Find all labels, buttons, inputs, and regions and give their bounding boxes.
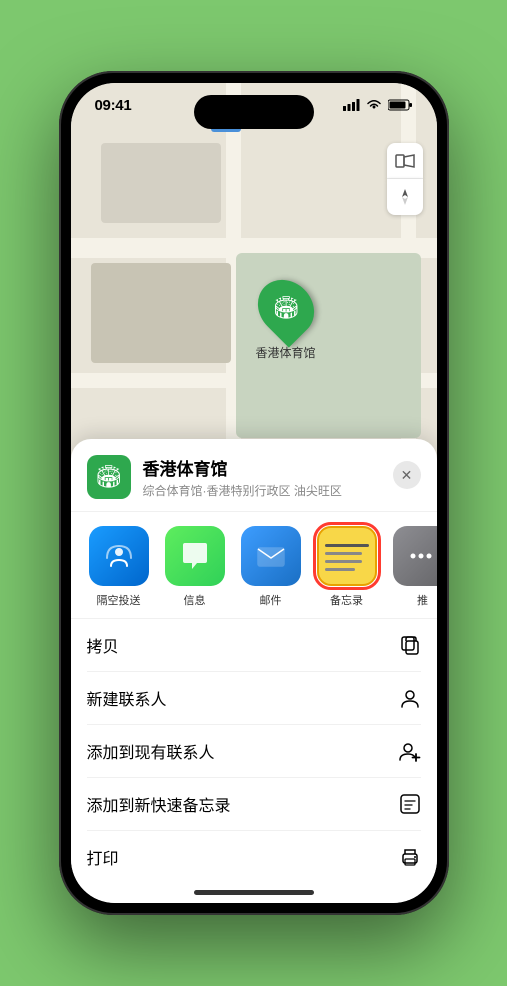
notes-label: 备忘录 <box>330 592 363 608</box>
location-button[interactable] <box>387 179 423 215</box>
close-button[interactable]: ✕ <box>393 461 421 489</box>
pin-label: 香港体育馆 <box>256 344 316 361</box>
share-more[interactable]: 推 <box>391 526 437 608</box>
print-icon <box>399 846 421 868</box>
venue-name: 香港体育馆 <box>143 455 421 480</box>
compass-icon <box>396 188 414 206</box>
home-indicator <box>194 890 314 895</box>
share-mail[interactable]: 邮件 <box>239 526 303 608</box>
map-pin: 🏟 香港体育馆 <box>256 278 316 361</box>
map-block <box>91 263 231 363</box>
action-list: 拷贝 新建联系人 添加到现有联系人 <box>71 619 437 883</box>
action-add-notes-label: 添加到新快速备忘录 <box>87 792 231 816</box>
notes-icon <box>317 526 377 586</box>
action-add-notes[interactable]: 添加到新快速备忘录 <box>87 778 421 831</box>
status-icons <box>343 99 413 111</box>
add-contact-icon <box>399 740 421 762</box>
share-airdrop[interactable]: 隔空投送 <box>87 526 151 608</box>
share-notes[interactable]: 备忘录 <box>315 526 379 608</box>
action-add-existing-label: 添加到现有联系人 <box>87 739 215 763</box>
messages-icon <box>165 526 225 586</box>
map-view-button[interactable] <box>387 143 423 179</box>
notes-lines <box>319 536 375 577</box>
wifi-icon <box>366 99 382 111</box>
mail-label: 邮件 <box>260 592 282 608</box>
more-svg <box>407 540 437 572</box>
mail-svg <box>254 539 288 573</box>
action-copy[interactable]: 拷贝 <box>87 619 421 672</box>
messages-svg <box>178 539 212 573</box>
venue-header: 🏟 香港体育馆 综合体育馆·香港特别行政区 油尖旺区 ✕ <box>71 439 437 512</box>
venue-info: 香港体育馆 综合体育馆·香港特别行政区 油尖旺区 <box>143 455 421 499</box>
venue-subtitle: 综合体育馆·香港特别行政区 油尖旺区 <box>143 482 421 499</box>
phone-screen: 09:41 <box>71 83 437 903</box>
more-label: 推 <box>417 592 428 608</box>
status-time: 09:41 <box>95 97 132 114</box>
phone-frame: 09:41 <box>59 71 449 915</box>
mail-icon <box>241 526 301 586</box>
action-add-existing[interactable]: 添加到现有联系人 <box>87 725 421 778</box>
action-new-contact-label: 新建联系人 <box>87 686 167 710</box>
action-print[interactable]: 打印 <box>87 831 421 883</box>
dynamic-island <box>194 95 314 129</box>
quick-notes-icon <box>399 793 421 815</box>
more-icon <box>393 526 437 586</box>
notes-line <box>325 552 362 555</box>
map-controls <box>387 143 423 215</box>
venue-icon: 🏟 <box>87 455 131 499</box>
action-print-label: 打印 <box>87 845 119 869</box>
copy-icon <box>399 634 421 656</box>
new-contact-icon <box>399 687 421 709</box>
airdrop-icon <box>89 526 149 586</box>
airdrop-svg <box>103 540 135 572</box>
share-row: 隔空投送 信息 <box>71 512 437 619</box>
bottom-sheet: 🏟 香港体育馆 综合体育馆·香港特别行政区 油尖旺区 ✕ <box>71 439 437 903</box>
share-messages[interactable]: 信息 <box>163 526 227 608</box>
signal-icon <box>343 99 360 111</box>
pin-icon: 🏟 <box>246 268 325 347</box>
notes-line <box>325 560 362 563</box>
messages-label: 信息 <box>184 592 206 608</box>
map-icon <box>395 151 415 171</box>
map-block <box>101 143 221 223</box>
action-new-contact[interactable]: 新建联系人 <box>87 672 421 725</box>
stadium-icon: 🏟 <box>272 295 300 321</box>
notes-line <box>325 568 356 571</box>
airdrop-label: 隔空投送 <box>97 592 141 608</box>
notes-line <box>325 544 369 547</box>
action-copy-label: 拷贝 <box>87 633 119 657</box>
battery-icon <box>388 99 413 111</box>
